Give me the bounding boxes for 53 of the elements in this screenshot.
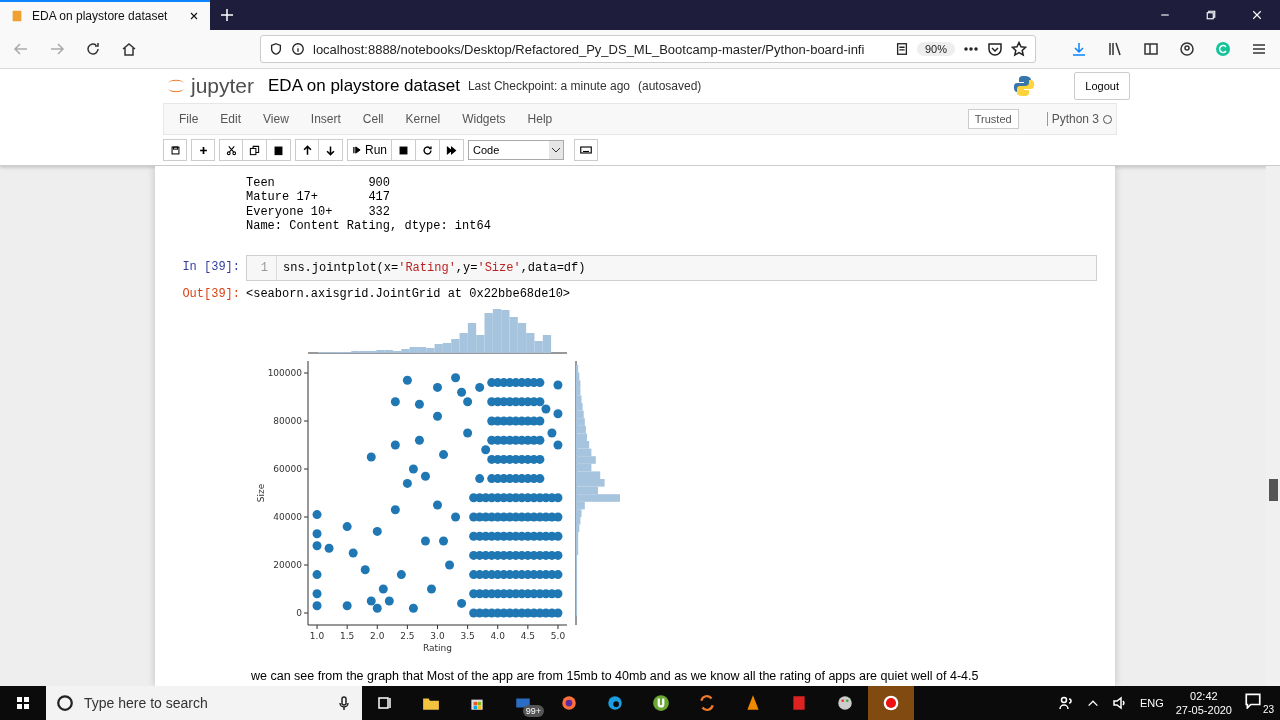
tick-label: 1.0	[309, 631, 325, 642]
cell-type-dropdown[interactable]: Code	[468, 140, 564, 160]
logout-button[interactable]: Logout	[1074, 72, 1130, 100]
kernel-name[interactable]: Python 3	[1051, 112, 1099, 126]
tick-label: 4.5	[520, 631, 535, 642]
tick-label: 60000	[273, 464, 302, 475]
tick-label: 80000	[273, 416, 302, 427]
tick-label: 3.5	[460, 631, 475, 642]
clock-date[interactable]: 27-05-2020	[1175, 703, 1232, 717]
menu-item[interactable]: Kernel	[394, 112, 452, 126]
tick-label: 3.0	[430, 631, 445, 642]
output-line: Everyone 10+ 332	[246, 204, 392, 219]
browser-tab[interactable]: EDA on playstore dataset	[0, 0, 210, 30]
markdown-text: we can see from the graph that Most of the app are from 15mb to 40mb and as we know all the rating of apps are quiet well of 4-4.5	[250, 669, 980, 684]
menu-item[interactable]: Cell	[351, 112, 395, 126]
notebook-title[interactable]: EDA on playstore dataset	[268, 76, 460, 96]
trusted-indicator[interactable]: Trusted	[967, 109, 1019, 129]
notification-badge: 99+	[522, 705, 544, 717]
jupyter-logo-text: jupyter	[191, 74, 255, 98]
output-line: <seaborn.axisgrid.JointGrid at 0x22bbe68de10>	[246, 287, 571, 302]
menu-item[interactable]: View	[252, 112, 300, 126]
autosave-status: (autosaved)	[638, 79, 702, 93]
input-prompt: In [39]:	[181, 259, 241, 277]
tick-label: 5.0	[550, 631, 566, 642]
menu-item[interactable]: Help	[516, 112, 564, 126]
language-indicator[interactable]: ENG	[1139, 697, 1164, 709]
menu-item[interactable]: Insert	[299, 112, 352, 126]
tick-label: 20000	[273, 560, 302, 571]
menu-item[interactable]: File	[168, 112, 210, 126]
output-line: Mature 17+ 417	[246, 190, 392, 205]
tick-label: 2.0	[370, 631, 385, 642]
tick-label: 2.5	[400, 631, 415, 642]
run-button[interactable]: Run	[347, 139, 392, 161]
output-prompt: Out[39]:	[181, 287, 241, 302]
menu-item[interactable]: Widgets	[451, 112, 517, 126]
tick-label: 0	[296, 608, 302, 619]
code-cell[interactable]: 1 sns.jointplot(x='Rating',y='Size',data=df)	[246, 255, 1097, 282]
axis-label: Size	[256, 484, 266, 503]
menu-item[interactable]: Edit	[209, 112, 253, 126]
output-line: Teen 900	[246, 176, 392, 191]
zoom-level[interactable]: 90%	[916, 42, 955, 56]
address-bar[interactable]: localhost:8888/notebooks/Desktop/Refactored_Py_DS_ML_Bootcamp-master/Python-board-infi 90%	[260, 35, 1036, 63]
search-box[interactable]: Type here to search	[46, 686, 362, 720]
axis-label: Rating	[423, 643, 452, 654]
tick-label: 1.5	[340, 631, 355, 642]
tick-label: 4.0	[490, 631, 505, 642]
output-line: Name: Content Rating, dtype: int64	[246, 218, 491, 234]
notification-count: 23	[1262, 704, 1274, 715]
checkpoint-text: Last Checkpoint: a minute ago	[467, 79, 630, 93]
search-field[interactable]: Type here to search	[82, 694, 328, 712]
tick-label: 100000	[267, 368, 302, 379]
clock-time[interactable]: 02:42	[1190, 689, 1218, 703]
tick-label: 40000	[273, 512, 302, 523]
